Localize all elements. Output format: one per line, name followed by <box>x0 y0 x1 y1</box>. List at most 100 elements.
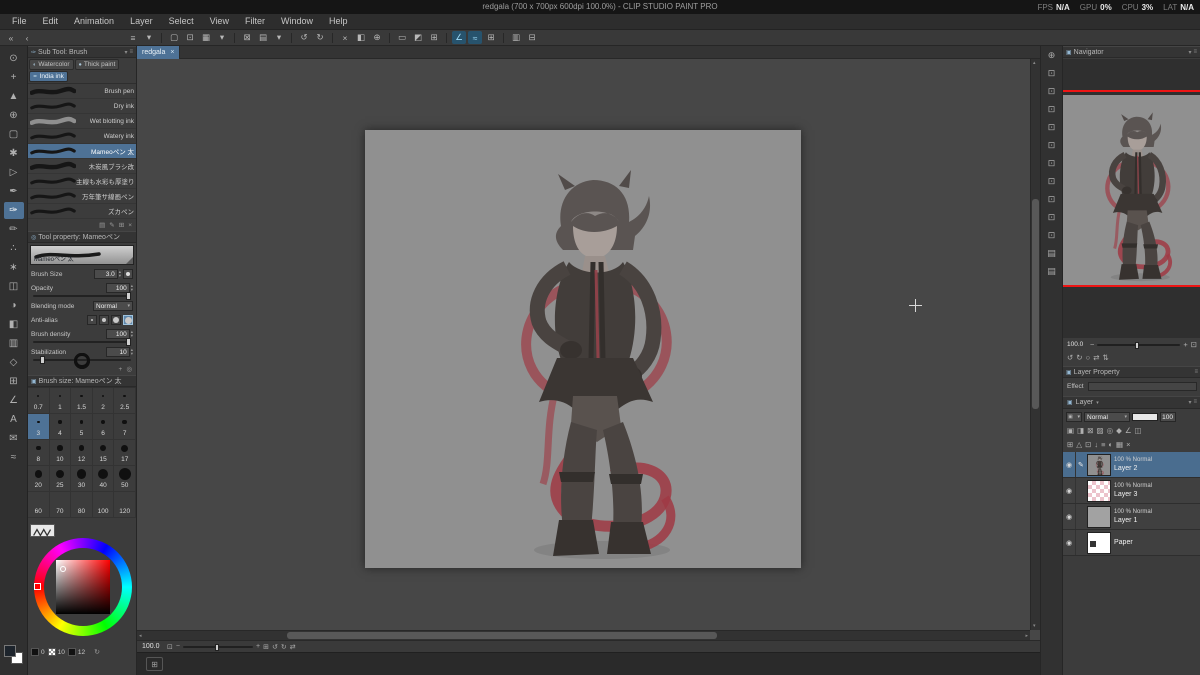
menu-item[interactable]: File <box>4 14 35 29</box>
brush-size-cell[interactable]: 15 <box>92 440 115 466</box>
blend-tool[interactable]: ◑ <box>4 297 24 314</box>
brush-size-cell[interactable]: 80 <box>71 352 93 518</box>
move-view-tool[interactable]: + <box>4 69 24 86</box>
collapsed-palette-icon[interactable]: ⊡ <box>1045 139 1059 152</box>
figure-tool[interactable]: ◇ <box>4 354 24 371</box>
Paper[interactable]: ◉ ✎ Paper <box>1063 530 1200 556</box>
panel-menu-icon[interactable]: ≡ <box>1193 49 1197 56</box>
reference-layer-icon[interactable]: ◆ <box>1116 426 1122 435</box>
undo-button[interactable]: ↺ <box>297 31 311 44</box>
anti-alias-middle-button[interactable] <box>111 315 121 325</box>
palette-dock-button[interactable]: ⊟ <box>525 31 539 44</box>
layer-thumbnail[interactable] <box>1087 531 1111 554</box>
color-wheel[interactable] <box>34 538 132 636</box>
collapsed-palette-icon[interactable]: ⊡ <box>1045 67 1059 80</box>
anti-alias-none-button[interactable] <box>87 315 97 325</box>
brush-size-cell[interactable]: 120 <box>74 352 136 518</box>
new-folder-icon[interactable]: ⊡ <box>1085 440 1091 449</box>
scroll-down-icon[interactable]: ▾ <box>1033 623 1036 629</box>
scroll-up-icon[interactable]: ▴ <box>1033 60 1036 66</box>
horizontal-scrollbar[interactable]: ◂ ▸ <box>137 630 1030 640</box>
blending-mode-select[interactable]: Normal ▾ <box>93 301 133 311</box>
two-pane-view-icon[interactable]: ◫ <box>1135 426 1142 435</box>
lock-transparent-pixels-icon[interactable]: ▨ <box>1096 426 1103 435</box>
open-file-button[interactable]: ⊡ <box>183 31 197 44</box>
subtool-brush-item[interactable]: 木炭風ブラシ改 <box>28 159 136 174</box>
stabilization-spinner[interactable]: ▴ ▾ <box>131 347 133 356</box>
brush-size-cell[interactable]: 2.5 <box>114 388 136 414</box>
export-button[interactable]: ⊠ <box>240 31 254 44</box>
snap-to-grid-button[interactable]: ⊞ <box>484 31 498 44</box>
toolbar-button[interactable] <box>332 32 333 43</box>
scroll-left-icon[interactable]: ◂ <box>139 633 142 639</box>
close-tab-icon[interactable]: × <box>170 49 174 56</box>
color-history-icon[interactable]: ↻ <box>94 648 100 656</box>
subtool-brush-item[interactable]: ズカペン <box>28 204 136 219</box>
subtool-brush-item[interactable]: 主線も水彩も厚塗りも一本で! <box>28 174 136 189</box>
ruler-display-button[interactable]: ▥ <box>509 31 523 44</box>
stabilization-input[interactable]: 10 <box>105 347 130 357</box>
rotate-left-icon[interactable]: ↺ <box>1067 353 1073 362</box>
zoom-in-icon[interactable]: + <box>256 643 260 650</box>
rotate-right-icon[interactable]: ↻ <box>281 643 287 651</box>
layer-opacity-slider[interactable] <box>1132 413 1158 421</box>
brush-size-cell[interactable]: 12 <box>71 440 93 466</box>
panel-menu-icon[interactable]: ≡ <box>1193 399 1197 406</box>
pen-tool[interactable]: ✒ <box>4 183 24 200</box>
toolbar-button[interactable] <box>291 32 292 43</box>
Layer 1[interactable]: ◉ ✎ 100 % Normal Layer 1 <box>1063 504 1200 530</box>
Layer 2[interactable]: ◉ ✎ 100 % Normal Layer 2 <box>1063 452 1200 478</box>
navigator-thumbnail[interactable] <box>1063 95 1200 285</box>
new-subtool-icon[interactable]: ▤ <box>99 221 105 229</box>
decoration-tool[interactable]: ∗ <box>4 259 24 276</box>
chevron-down-icon[interactable]: ▾ <box>1096 400 1099 406</box>
redo-button[interactable]: ↻ <box>313 31 327 44</box>
menu-item[interactable]: Layer <box>122 14 161 29</box>
color-chip-icon[interactable] <box>31 648 39 656</box>
vertical-scrollbar[interactable]: ▴ ▾ <box>1030 59 1040 630</box>
add-to-presets-icon[interactable]: + <box>119 366 123 373</box>
zoom-tool[interactable]: ⊙ <box>4 50 24 67</box>
palette-color-select[interactable]: ▣ ▾ <box>1066 412 1082 422</box>
collapse-palette-left-2-button[interactable]: ‹ <box>20 31 34 44</box>
brush-size-preset-button[interactable] <box>123 269 133 279</box>
new-vector-layer-icon[interactable]: △ <box>1076 440 1082 449</box>
balloon-tool[interactable]: ✉ <box>4 430 24 447</box>
zoom-slider[interactable] <box>182 643 253 651</box>
brush-size-cell[interactable]: 6 <box>92 414 115 440</box>
quick-zoom-palette-icon[interactable]: ⊕ <box>1045 49 1059 62</box>
collapsed-palette-icon[interactable]: ⊡ <box>1045 211 1059 224</box>
Layer 3[interactable]: ◉ ✎ 100 % Normal Layer 3 <box>1063 478 1200 504</box>
menu-item[interactable]: View <box>202 14 237 29</box>
fill-tool[interactable]: ◧ <box>4 316 24 333</box>
subtool-group-tab[interactable]: ✒ India ink <box>29 71 68 82</box>
duplicate-subtool-icon[interactable]: ⊞ <box>119 221 124 229</box>
fill-button[interactable]: ◧ <box>354 31 368 44</box>
print-caret[interactable]: ▾ <box>272 31 286 44</box>
brush-size-cell[interactable]: 30 <box>71 466 93 492</box>
brush-size-cell[interactable]: 0.7 <box>28 388 50 414</box>
selection-border-button[interactable]: ⊞ <box>427 31 441 44</box>
brush-size-cell[interactable]: 1.5 <box>71 388 93 414</box>
subtool-group-tab[interactable]: ● Thick paint <box>74 59 120 70</box>
brush-size-cell[interactable]: 60 <box>28 353 89 518</box>
panel-menu-icon[interactable]: ≡ <box>129 49 133 56</box>
anti-alias-weak-button[interactable] <box>99 315 109 325</box>
toolbar-button[interactable] <box>389 32 390 43</box>
actual-pixels-icon[interactable]: ⊞ <box>263 643 269 651</box>
deselect-button[interactable]: ▭ <box>395 31 409 44</box>
menu-item[interactable]: Help <box>321 14 356 29</box>
rotate-left-icon[interactable]: ↺ <box>272 643 278 651</box>
opacity-spinner[interactable]: ▴ ▾ <box>131 283 133 292</box>
pencil-tool[interactable]: ✏ <box>4 221 24 238</box>
brush-size-spinner[interactable]: ▴ ▾ <box>119 269 121 278</box>
layer-thumbnail[interactable] <box>1087 505 1111 528</box>
eraser-tool[interactable]: ◫ <box>4 278 24 295</box>
subtool-brush-item[interactable]: Dry ink <box>28 99 136 114</box>
flip-horizontal-icon[interactable]: ⇄ <box>290 643 296 651</box>
invert-selection-button[interactable]: ◩ <box>411 31 425 44</box>
eye-icon[interactable]: ◉ <box>1063 478 1076 503</box>
canvas-viewport[interactable] <box>137 59 1030 630</box>
eye-icon[interactable]: ◉ <box>1063 504 1076 529</box>
airbrush-tool[interactable]: ∴ <box>4 240 24 257</box>
